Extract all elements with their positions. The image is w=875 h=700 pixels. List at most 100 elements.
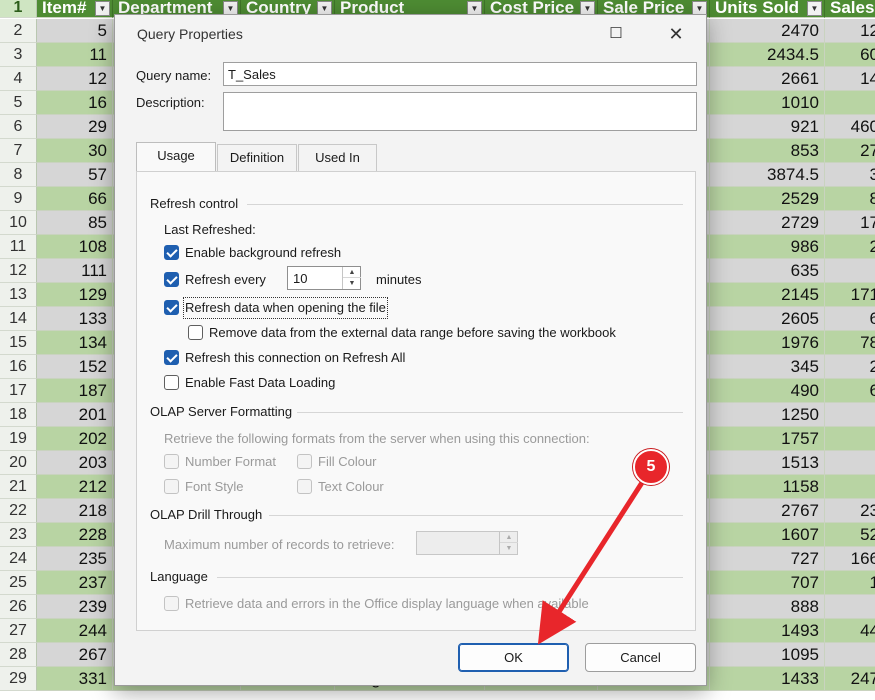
table-cell[interactable] <box>825 451 875 475</box>
row-number[interactable]: 28 <box>0 643 37 667</box>
table-cell[interactable]: 986 <box>710 235 825 259</box>
table-cell[interactable]: 460 <box>825 115 875 139</box>
table-cell[interactable]: 12 <box>825 19 875 43</box>
row-number[interactable]: 6 <box>0 115 37 139</box>
tab-usage[interactable]: Usage <box>136 142 216 172</box>
table-cell[interactable]: 212 <box>37 475 113 499</box>
row-number[interactable]: 19 <box>0 427 37 451</box>
table-cell[interactable]: 2 <box>825 235 875 259</box>
ok-button[interactable]: OK <box>458 643 569 672</box>
row-number[interactable]: 14 <box>0 307 37 331</box>
table-cell[interactable]: 16 <box>37 91 113 115</box>
table-cell[interactable] <box>825 643 875 667</box>
checkbox-box[interactable] <box>164 245 179 260</box>
filter-dropdown-icon[interactable]: ▼ <box>807 1 822 16</box>
table-cell[interactable]: 23 <box>825 499 875 523</box>
table-cell[interactable]: 2 <box>825 355 875 379</box>
row-number[interactable]: 12 <box>0 259 37 283</box>
table-cell[interactable]: 228 <box>37 523 113 547</box>
row-number[interactable]: 3 <box>0 43 37 67</box>
table-cell[interactable]: 85 <box>37 211 113 235</box>
table-cell[interactable]: 1 <box>825 571 875 595</box>
maximize-icon[interactable]: ☐ <box>593 15 639 53</box>
table-cell[interactable]: 2767 <box>710 499 825 523</box>
close-icon[interactable]: ✕ <box>653 15 699 53</box>
table-cell[interactable]: 1010 <box>710 91 825 115</box>
table-cell[interactable]: 490 <box>710 379 825 403</box>
column-header[interactable]: Sales <box>825 0 875 18</box>
description-input[interactable] <box>223 92 697 131</box>
table-cell[interactable]: 202 <box>37 427 113 451</box>
row-number[interactable]: 8 <box>0 163 37 187</box>
table-cell[interactable] <box>825 403 875 427</box>
spin-down-icon[interactable]: ▼ <box>343 278 361 289</box>
row-number[interactable]: 7 <box>0 139 37 163</box>
table-cell[interactable]: 237 <box>37 571 113 595</box>
table-cell[interactable]: 331 <box>37 667 113 691</box>
row-number[interactable]: 10 <box>0 211 37 235</box>
row-number[interactable]: 27 <box>0 619 37 643</box>
table-cell[interactable]: 1757 <box>710 427 825 451</box>
table-cell[interactable]: 60 <box>825 43 875 67</box>
row-number[interactable]: 24 <box>0 547 37 571</box>
table-cell[interactable]: 30 <box>37 139 113 163</box>
table-cell[interactable]: 267 <box>37 643 113 667</box>
cancel-button[interactable]: Cancel <box>585 643 696 672</box>
table-cell[interactable]: 247 <box>825 667 875 691</box>
table-cell[interactable]: 187 <box>37 379 113 403</box>
table-cell[interactable]: 78 <box>825 331 875 355</box>
table-cell[interactable]: 134 <box>37 331 113 355</box>
table-cell[interactable]: 66 <box>37 187 113 211</box>
table-cell[interactable]: 1513 <box>710 451 825 475</box>
table-cell[interactable]: 201 <box>37 403 113 427</box>
table-cell[interactable]: 2470 <box>710 19 825 43</box>
table-cell[interactable]: 44 <box>825 619 875 643</box>
table-cell[interactable]: 6 <box>825 307 875 331</box>
filter-dropdown-icon[interactable]: ▼ <box>95 1 110 16</box>
table-cell[interactable]: 3 <box>825 163 875 187</box>
row-number[interactable]: 22 <box>0 499 37 523</box>
table-cell[interactable] <box>825 91 875 115</box>
checkbox-box[interactable] <box>164 350 179 365</box>
table-cell[interactable] <box>825 595 875 619</box>
row-number[interactable]: 26 <box>0 595 37 619</box>
table-cell[interactable]: 12 <box>37 67 113 91</box>
table-cell[interactable]: 2661 <box>710 67 825 91</box>
table-cell[interactable]: 5 <box>37 19 113 43</box>
table-cell[interactable]: 2434.5 <box>710 43 825 67</box>
row-number[interactable]: 13 <box>0 283 37 307</box>
row-number[interactable]: 4 <box>0 67 37 91</box>
checkbox-box[interactable] <box>297 479 312 494</box>
table-cell[interactable]: 1976 <box>710 331 825 355</box>
table-cell[interactable]: 1158 <box>710 475 825 499</box>
table-cell[interactable]: 921 <box>710 115 825 139</box>
table-cell[interactable]: 1493 <box>710 619 825 643</box>
table-cell[interactable]: 1607 <box>710 523 825 547</box>
row-number[interactable]: 21 <box>0 475 37 499</box>
row-number[interactable]: 25 <box>0 571 37 595</box>
table-cell[interactable]: 244 <box>37 619 113 643</box>
row-number[interactable]: 1 <box>0 0 37 18</box>
checkbox-box[interactable] <box>297 454 312 469</box>
table-cell[interactable]: 727 <box>710 547 825 571</box>
spin-down-icon[interactable]: ▼ <box>500 543 518 554</box>
table-cell[interactable]: 14 <box>825 67 875 91</box>
table-cell[interactable]: 2729 <box>710 211 825 235</box>
tab-used-in[interactable]: Used In <box>298 144 377 172</box>
spin-up-icon[interactable]: ▲ <box>343 267 361 278</box>
table-cell[interactable]: 17 <box>825 211 875 235</box>
checkbox-box[interactable] <box>164 454 179 469</box>
row-number[interactable]: 9 <box>0 187 37 211</box>
table-cell[interactable]: 57 <box>37 163 113 187</box>
table-cell[interactable]: 29 <box>37 115 113 139</box>
table-cell[interactable]: 345 <box>710 355 825 379</box>
table-cell[interactable]: 166 <box>825 547 875 571</box>
table-cell[interactable]: 2145 <box>710 283 825 307</box>
table-cell[interactable]: 152 <box>37 355 113 379</box>
row-number[interactable]: 20 <box>0 451 37 475</box>
row-number[interactable]: 23 <box>0 523 37 547</box>
table-cell[interactable]: 888 <box>710 595 825 619</box>
table-cell[interactable]: 2605 <box>710 307 825 331</box>
table-cell[interactable]: 133 <box>37 307 113 331</box>
table-cell[interactable] <box>825 259 875 283</box>
